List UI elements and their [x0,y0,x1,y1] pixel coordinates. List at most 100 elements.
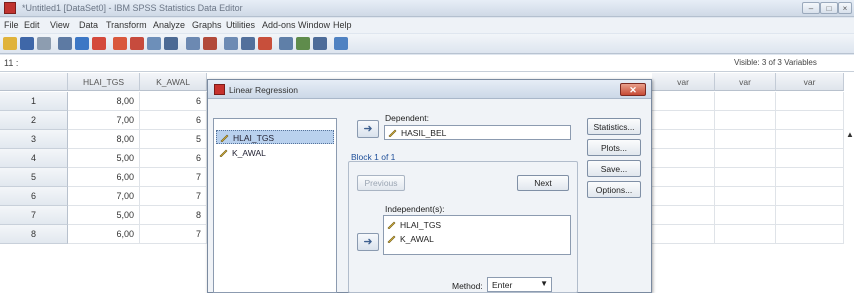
redo-icon[interactable] [92,37,106,50]
cell-empty[interactable] [652,187,715,206]
cell-empty[interactable] [652,111,715,130]
row-header[interactable]: 5 [0,168,68,187]
cell-empty[interactable] [652,149,715,168]
row-header[interactable]: 6 [0,187,68,206]
dialog-close-button[interactable]: ✕ [620,83,646,96]
undo-icon[interactable] [75,37,89,50]
cell-empty[interactable] [652,206,715,225]
cell-empty[interactable] [652,92,715,111]
menu-data[interactable]: Data [79,20,98,30]
cell-empty[interactable] [715,149,776,168]
cell-empty[interactable] [776,92,844,111]
menu-view[interactable]: View [50,20,69,30]
cell-empty[interactable] [776,111,844,130]
cell-k-awal[interactable]: 6 [140,92,207,111]
column-header-hlai-tgs[interactable]: HLAI_TGS [68,73,140,91]
cell-hlai-tgs[interactable]: 5,00 [68,149,140,168]
goto-case-icon[interactable] [113,37,127,50]
maximize-button[interactable]: □ [820,2,838,14]
next-button[interactable]: Next [517,175,569,191]
previous-button[interactable]: Previous [357,175,405,191]
cell-empty[interactable] [776,187,844,206]
move-to-dependent-button[interactable]: ➜ [357,120,379,138]
menu-analyze[interactable]: Analyze [153,20,185,30]
cell-empty[interactable] [652,130,715,149]
menu-transform[interactable]: Transform [106,20,147,30]
cell-empty[interactable] [652,225,715,244]
row-header[interactable]: 8 [0,225,68,244]
menu-window[interactable]: Window [298,20,330,30]
insert-cases-icon[interactable] [186,37,200,50]
cell-empty[interactable] [776,225,844,244]
cell-hlai-tgs[interactable]: 8,00 [68,92,140,111]
cell-k-awal[interactable]: 5 [140,130,207,149]
menu-edit[interactable]: Edit [24,20,40,30]
goto-variable-icon[interactable] [130,37,144,50]
move-to-independents-button[interactable]: ➜ [357,233,379,251]
dependent-field[interactable]: HASIL_BEL [384,125,571,140]
weight-cases-icon[interactable] [241,37,255,50]
menu-utilities[interactable]: Utilities [226,20,255,30]
variable-item-hlai-tgs[interactable]: HLAI_TGS [216,130,334,144]
menu-graphs[interactable]: Graphs [192,20,222,30]
variable-item-k-awal[interactable]: K_AWAL [216,146,334,160]
row-header[interactable]: 7 [0,206,68,225]
minimize-button[interactable]: – [802,2,820,14]
cell-k-awal[interactable]: 7 [140,187,207,206]
dialog-recall-icon[interactable] [58,37,72,50]
variable-list[interactable] [213,118,337,293]
menu-help[interactable]: Help [333,20,352,30]
cell-empty[interactable] [776,149,844,168]
spell-icon[interactable] [313,37,327,50]
cell-hlai-tgs[interactable]: 6,00 [68,168,140,187]
value-labels-icon[interactable] [279,37,293,50]
select-cases-icon[interactable] [258,37,272,50]
cell-empty[interactable] [776,130,844,149]
row-header[interactable]: 2 [0,111,68,130]
independents-list[interactable]: HLAI_TGS K_AWAL [383,215,571,255]
open-icon[interactable] [3,37,17,50]
cell-empty[interactable] [776,168,844,187]
close-window-button[interactable]: × [838,2,852,14]
cell-k-awal[interactable]: 7 [140,168,207,187]
column-header-k-awal[interactable]: K_AWAL [140,73,207,91]
statistics-button[interactable]: Statistics... [587,118,641,135]
cell-hlai-tgs[interactable]: 6,00 [68,225,140,244]
cell-empty[interactable] [715,187,776,206]
cell-empty[interactable] [776,206,844,225]
plots-button[interactable]: Plots... [587,139,641,156]
cell-hlai-tgs[interactable]: 7,00 [68,111,140,130]
save-button[interactable]: Save... [587,160,641,177]
column-header-var[interactable]: var [776,73,844,91]
split-file-icon[interactable] [224,37,238,50]
column-header-var[interactable]: var [652,73,715,91]
row-header[interactable]: 4 [0,149,68,168]
cell-empty[interactable] [715,92,776,111]
cell-empty[interactable] [715,206,776,225]
cell-k-awal[interactable]: 6 [140,149,207,168]
cell-k-awal[interactable]: 7 [140,225,207,244]
menu-addons[interactable]: Add-ons [262,20,296,30]
use-sets-icon[interactable] [296,37,310,50]
cell-hlai-tgs[interactable]: 5,00 [68,206,140,225]
column-header-var[interactable]: var [715,73,776,91]
cell-empty[interactable] [652,168,715,187]
cell-hlai-tgs[interactable]: 7,00 [68,187,140,206]
scroll-up-arrow[interactable]: ▲ [846,130,854,139]
find-icon[interactable] [164,37,178,50]
method-select[interactable]: Enter ▼ [487,277,552,292]
cell-hlai-tgs[interactable]: 8,00 [68,130,140,149]
options-button[interactable]: Options... [587,181,641,198]
menu-file[interactable]: File [4,20,19,30]
cell-empty[interactable] [715,168,776,187]
cell-empty[interactable] [715,111,776,130]
row-header[interactable]: 1 [0,92,68,111]
chart-icon[interactable] [334,37,348,50]
cell-empty[interactable] [715,225,776,244]
variables-icon[interactable] [147,37,161,50]
print-icon[interactable] [37,37,51,50]
cell-k-awal[interactable]: 6 [140,111,207,130]
insert-variable-icon[interactable] [203,37,217,50]
cell-empty[interactable] [715,130,776,149]
save-icon[interactable] [20,37,34,50]
